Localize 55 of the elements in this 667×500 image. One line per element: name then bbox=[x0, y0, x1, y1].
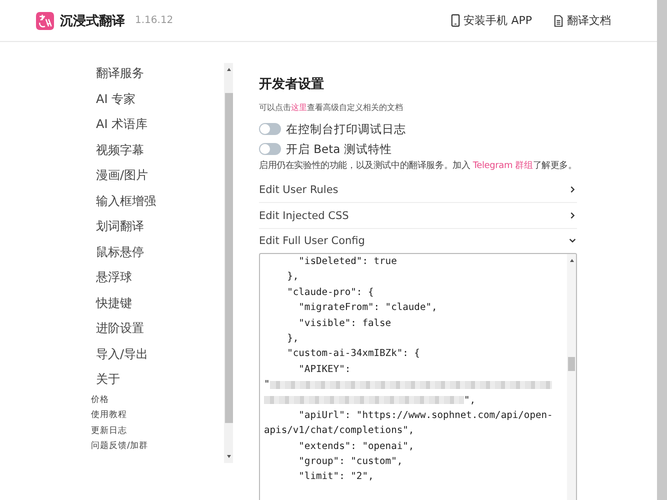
config-editor[interactable] bbox=[259, 253, 577, 500]
sidebar-item[interactable]: 使用教程 bbox=[91, 408, 191, 424]
sidebar-item[interactable]: 价格 bbox=[91, 392, 191, 408]
code-line: "custom-ai-34xmIBZk": { bbox=[286, 347, 420, 362]
page-scrollbar[interactable] bbox=[657, 0, 667, 500]
beta-description: 启用仍在实验性的功能，以及测试中的翻译服务。加入 Telegram 群组了解更多。 bbox=[259, 160, 577, 173]
code-line: "isDeleted": true bbox=[298, 255, 397, 269]
toggle-label: 开启 Beta 测试特性 bbox=[286, 142, 392, 156]
doc-hint-text: 可以点击这里查看高级自定义相关的文档 bbox=[259, 102, 404, 113]
code-line: "migrateFrom": "claude", bbox=[298, 301, 438, 316]
header-link[interactable]: 安装手机 APP bbox=[450, 13, 532, 28]
code-line: " bbox=[264, 378, 270, 392]
sidebar-item[interactable]: 进阶设置 bbox=[91, 316, 191, 342]
toggle-label: 在控制台打印调试日志 bbox=[286, 122, 406, 136]
sidebar-item[interactable]: AI 术语库 bbox=[91, 112, 191, 138]
phone-icon bbox=[450, 14, 460, 27]
collapsible-row[interactable]: Edit Full User Config bbox=[259, 229, 577, 252]
header-link[interactable]: 翻译文档 bbox=[554, 13, 611, 28]
code-line: "group": "custom", bbox=[298, 455, 403, 470]
code-line: "extends": "openai", bbox=[298, 440, 414, 454]
link[interactable]: 这里 bbox=[291, 103, 307, 112]
sidebar-item[interactable]: 视频字幕 bbox=[91, 138, 191, 163]
code-line: "claude-pro": { bbox=[286, 286, 374, 300]
scrollbar[interactable] bbox=[224, 63, 233, 463]
version-label: 1.16.12 bbox=[135, 15, 174, 26]
sidebar-item[interactable]: 翻译服务 bbox=[91, 61, 191, 86]
sidebar-item[interactable]: 悬浮球 bbox=[91, 265, 191, 290]
section-title: 开发者设置 bbox=[259, 76, 325, 93]
sidebar-item[interactable]: 快捷键 bbox=[91, 290, 191, 316]
code-line: }, bbox=[286, 332, 299, 346]
sidebar-item[interactable]: 问题反馈/加群 bbox=[91, 439, 191, 454]
collapsible-row[interactable]: Edit Injected CSS bbox=[259, 203, 577, 229]
link[interactable]: Telegram 群组 bbox=[472, 161, 533, 171]
collapsible-row[interactable]: Edit User Rules bbox=[259, 177, 577, 203]
toggle-switch[interactable] bbox=[259, 123, 281, 135]
document-icon bbox=[554, 14, 563, 26]
code-line: apis/v1/chat/completions", bbox=[264, 424, 414, 438]
code-line: }, bbox=[286, 270, 299, 284]
sidebar-item[interactable]: 输入框增强 bbox=[91, 188, 191, 214]
code-line: "apiUrl": "https://www.sophnet.com/api/open- bbox=[298, 408, 553, 423]
code-line: "visible": false bbox=[298, 316, 392, 331]
sidebar-item[interactable]: 鼠标悬停 bbox=[91, 240, 191, 265]
app-logo-icon bbox=[36, 12, 54, 30]
code-line: "APIKEY": bbox=[298, 362, 351, 377]
toggle-switch[interactable] bbox=[259, 143, 281, 155]
sidebar-item[interactable]: 划词翻译 bbox=[91, 214, 191, 240]
code-line: "limit": "2", bbox=[298, 470, 374, 484]
app-name: 沉浸式翻译 bbox=[60, 12, 125, 30]
sidebar-item[interactable]: 漫画/图片 bbox=[91, 163, 191, 188]
sidebar-item[interactable]: AI 专家 bbox=[91, 86, 191, 112]
scrollbar[interactable] bbox=[567, 254, 576, 500]
sidebar-item[interactable]: 更新日志 bbox=[91, 424, 191, 439]
code-line: ", bbox=[464, 394, 476, 408]
sidebar-item[interactable]: 导入/导出 bbox=[91, 342, 191, 367]
sidebar-item[interactable]: 关于 bbox=[91, 367, 191, 392]
